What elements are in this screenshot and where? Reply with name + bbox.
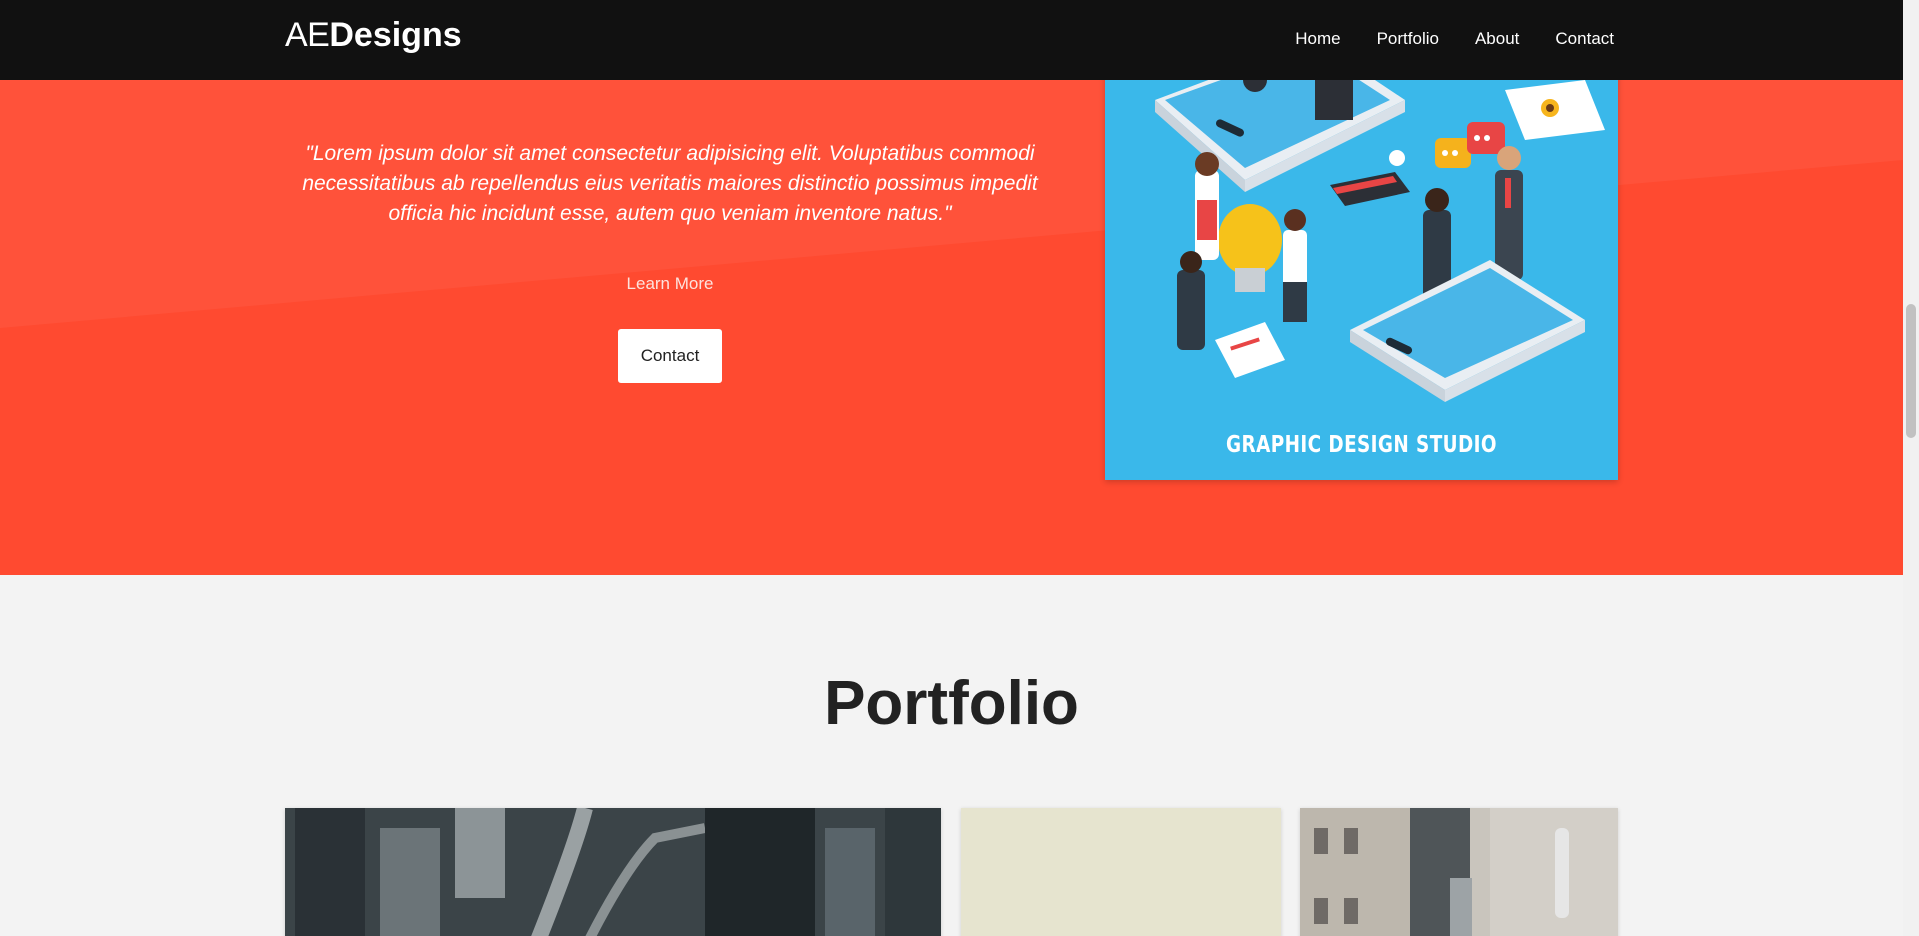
learn-more-link[interactable]: Learn More bbox=[620, 274, 720, 294]
sunflower-note bbox=[1505, 80, 1605, 140]
nav-home[interactable]: Home bbox=[1295, 28, 1340, 50]
buildings-image bbox=[1300, 808, 1618, 936]
bottom-phone-platform bbox=[1350, 260, 1585, 402]
graphic-design-studio-illustration: GRAPHIC DESIGN STUDIO bbox=[1105, 60, 1618, 480]
portfolio-heading: Portfolio bbox=[824, 669, 1079, 738]
nav-contact[interactable]: Contact bbox=[1555, 28, 1614, 50]
nav-about[interactable]: About bbox=[1475, 28, 1519, 50]
brand-bold-text: Designs bbox=[329, 16, 462, 54]
notebook-icon bbox=[1330, 150, 1410, 206]
studio-caption: GRAPHIC DESIGN STUDIO bbox=[1226, 432, 1497, 458]
hero-section: "Lorem ipsum dolor sit amet consectetur … bbox=[0, 0, 1903, 575]
papers-stack bbox=[1215, 322, 1285, 378]
nav-portfolio[interactable]: Portfolio bbox=[1377, 28, 1439, 50]
page: "Lorem ipsum dolor sit amet consectetur … bbox=[0, 0, 1903, 936]
brand-light-text: AE bbox=[285, 16, 330, 54]
studio-illustration-art bbox=[1155, 60, 1605, 402]
contact-button[interactable]: Contact bbox=[618, 329, 722, 383]
portfolio-card-beige[interactable] bbox=[961, 808, 1281, 936]
top-navbar: AEDesigns Home Portfolio About Contact bbox=[0, 0, 1903, 80]
portfolio-card-buildings[interactable] bbox=[1300, 808, 1618, 936]
chat-bubbles-icon bbox=[1435, 122, 1505, 168]
scrollbar-thumb[interactable] bbox=[1906, 304, 1916, 438]
city-aerial-image bbox=[285, 808, 941, 936]
nav-menu: Home Portfolio About Contact bbox=[1259, 28, 1614, 50]
light-bulb-icon bbox=[1218, 204, 1282, 292]
hero-quote: "Lorem ipsum dolor sit amet consectetur … bbox=[302, 142, 1038, 225]
brand-logo[interactable]: AEDesigns bbox=[285, 14, 462, 56]
portfolio-card-city-aerial[interactable] bbox=[285, 808, 941, 936]
vertical-scrollbar[interactable] bbox=[1903, 0, 1919, 936]
